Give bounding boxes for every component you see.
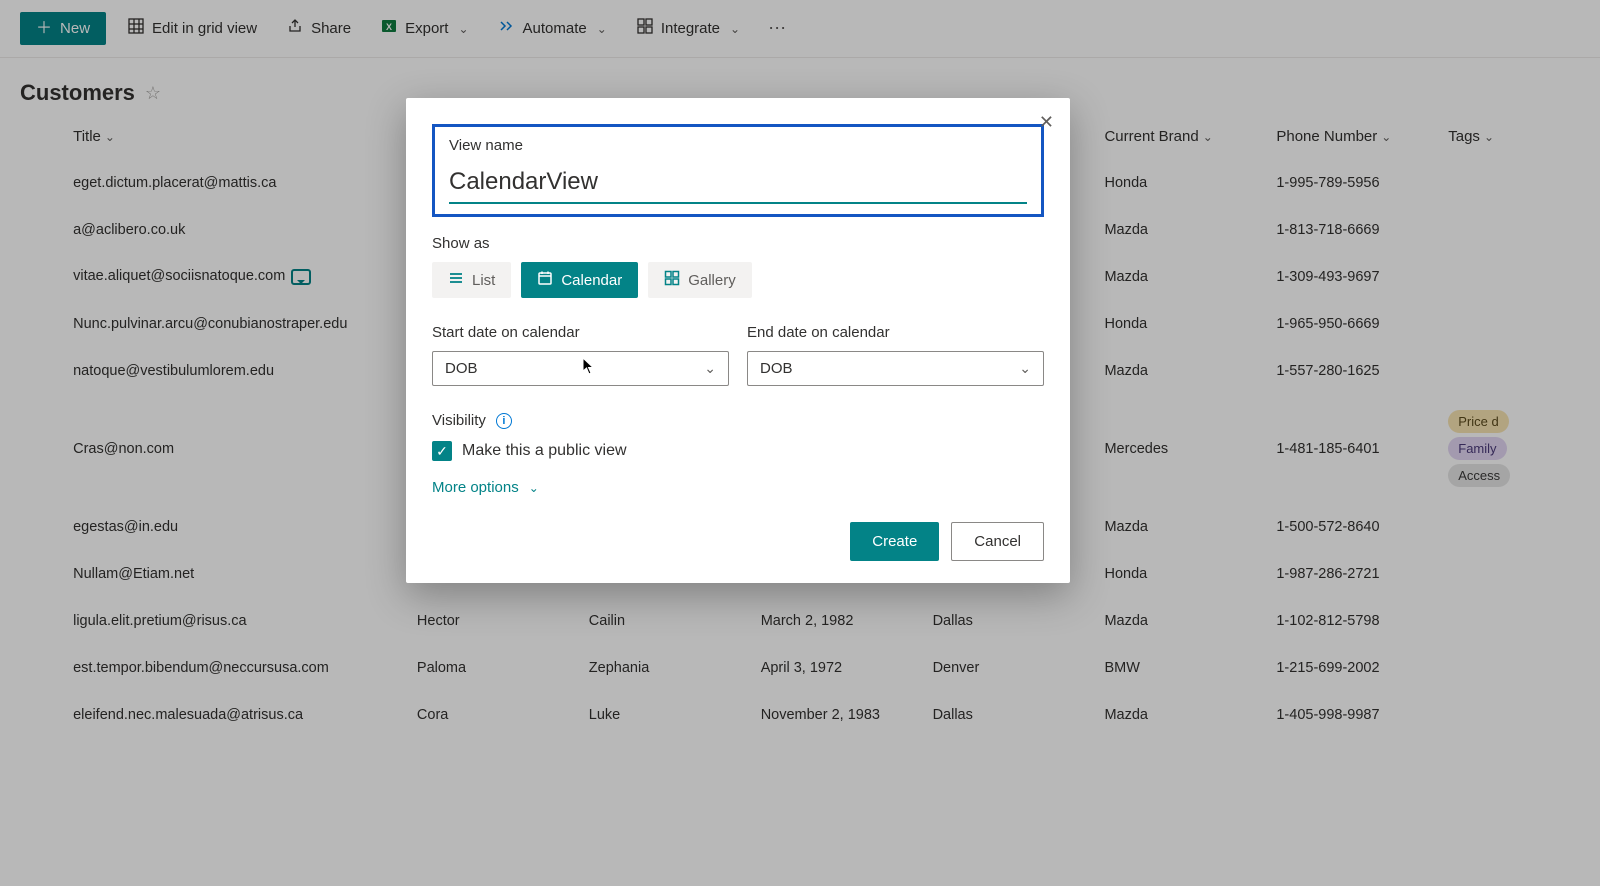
check-icon: ✓ xyxy=(436,443,448,460)
chevron-down-icon: ⌄ xyxy=(529,481,539,495)
calendar-icon xyxy=(537,270,553,290)
info-icon[interactable]: i xyxy=(496,413,512,429)
start-date-value: DOB xyxy=(445,360,478,377)
end-date-value: DOB xyxy=(760,360,793,377)
view-name-label: View name xyxy=(449,137,1027,154)
start-date-label: Start date on calendar xyxy=(432,324,729,341)
view-name-input[interactable] xyxy=(449,164,1027,204)
show-as-list[interactable]: List xyxy=(432,262,511,298)
show-as-list-label: List xyxy=(472,272,495,289)
close-icon: ✕ xyxy=(1039,112,1054,132)
create-button[interactable]: Create xyxy=(850,522,939,561)
show-as-calendar-label: Calendar xyxy=(561,272,622,289)
show-as-options: List Calendar Gallery xyxy=(432,262,1044,298)
gallery-icon xyxy=(664,270,680,290)
show-as-gallery[interactable]: Gallery xyxy=(648,262,752,298)
start-date-select[interactable]: DOB ⌄ xyxy=(432,351,729,386)
more-options-toggle[interactable]: More options ⌄ xyxy=(432,479,539,496)
create-view-dialog: ✕ View name Show as List Calendar Galler… xyxy=(406,98,1070,583)
show-as-label: Show as xyxy=(432,235,1044,252)
chevron-down-icon: ⌄ xyxy=(1019,360,1031,377)
view-name-field-focused: View name xyxy=(432,124,1044,217)
show-as-gallery-label: Gallery xyxy=(688,272,736,289)
public-view-checkbox[interactable]: ✓ xyxy=(432,441,452,461)
list-icon xyxy=(448,270,464,290)
end-date-label: End date on calendar xyxy=(747,324,1044,341)
close-button[interactable]: ✕ xyxy=(1039,112,1054,133)
chevron-down-icon: ⌄ xyxy=(704,360,716,377)
public-view-label: Make this a public view xyxy=(462,442,627,460)
end-date-select[interactable]: DOB ⌄ xyxy=(747,351,1044,386)
visibility-label: Visibility xyxy=(432,412,486,429)
more-options-label: More options xyxy=(432,479,519,496)
show-as-calendar[interactable]: Calendar xyxy=(521,262,638,298)
cancel-button[interactable]: Cancel xyxy=(951,522,1044,561)
